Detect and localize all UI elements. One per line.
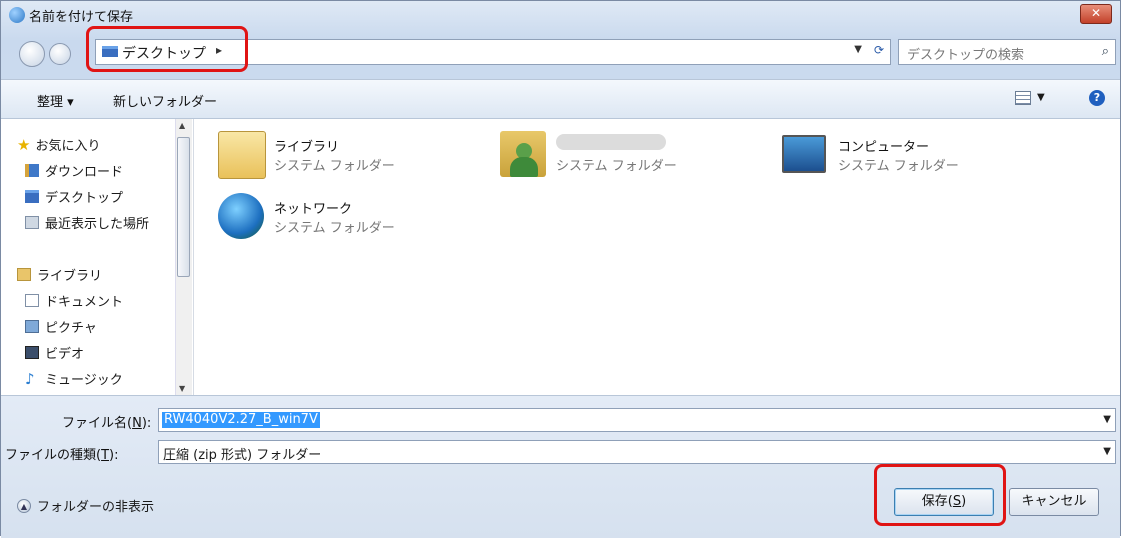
search-icon[interactable]: ⌕ bbox=[1102, 44, 1109, 59]
filetype-value[interactable]: 圧縮 (zip 形式) フォルダー bbox=[163, 444, 321, 463]
navigation-scrollbar[interactable]: ▲ ▼ bbox=[175, 119, 192, 395]
list-item[interactable]: システム フォルダー bbox=[500, 131, 780, 191]
window-title: 名前を付けて保存 bbox=[29, 10, 134, 25]
list-item[interactable]: ライブラリ システム フォルダー bbox=[218, 131, 498, 191]
item-name: ネットワーク bbox=[274, 202, 353, 217]
scroll-up-icon[interactable]: ▲ bbox=[179, 121, 185, 130]
sidebar-item-downloads[interactable]: ダウンロード bbox=[25, 161, 183, 180]
list-item[interactable]: コンピューター システム フォルダー bbox=[782, 131, 1062, 191]
command-bar: 整理 ▾ 新しいフォルダー ▼ ? bbox=[1, 79, 1120, 119]
recent-places-icon bbox=[25, 216, 39, 229]
organize-menu[interactable]: 整理 ▾ bbox=[37, 91, 74, 110]
sidebar-item-label: ピクチャ bbox=[45, 321, 97, 336]
cancel-button[interactable]: キャンセル bbox=[1009, 488, 1099, 516]
sidebar-item-music[interactable]: ♪ ミュージック bbox=[25, 369, 183, 389]
sidebar-item-label: ライブラリ bbox=[37, 269, 103, 284]
list-item[interactable]: ネットワーク システム フォルダー bbox=[218, 193, 498, 253]
ie-icon bbox=[9, 7, 25, 23]
computer-icon bbox=[782, 135, 826, 173]
search-box[interactable]: デスクトップの検索 ⌕ bbox=[898, 39, 1116, 65]
video-icon bbox=[25, 346, 39, 359]
file-list: ライブラリ システム フォルダー システム フォルダー コンピューター システム… bbox=[194, 119, 1120, 395]
breadcrumb-arrow-icon[interactable]: ▸ bbox=[216, 43, 222, 57]
item-type: システム フォルダー bbox=[838, 159, 959, 174]
filename-dropdown-icon[interactable]: ▼ bbox=[1103, 414, 1111, 425]
sidebar-item-label: ビデオ bbox=[45, 347, 85, 362]
sidebar-item-label: 最近表示した場所 bbox=[45, 217, 150, 232]
save-form: ファイル名(N): RW4040V2.27_B_win7V ▼ ファイルの種類(… bbox=[1, 395, 1120, 538]
sidebar-item-pictures[interactable]: ピクチャ bbox=[25, 317, 183, 336]
filetype-select[interactable]: 圧縮 (zip 形式) フォルダー ▼ bbox=[158, 440, 1116, 464]
save-as-dialog: 名前を付けて保存 ✕ デスクトップ ▸ ▼ ⟳ デスクトップの検索 ⌕ 整理 ▾… bbox=[0, 0, 1121, 538]
sidebar-item-label: ミュージック bbox=[45, 373, 123, 388]
filetype-label: ファイルの種類(T): bbox=[5, 448, 119, 463]
sidebar-item-desktop[interactable]: デスクトップ bbox=[25, 187, 183, 206]
user-folder-icon bbox=[500, 131, 546, 177]
title-bar: 名前を付けて保存 ✕ bbox=[1, 1, 1120, 31]
forward-button[interactable] bbox=[49, 43, 71, 65]
filename-value[interactable]: RW4040V2.27_B_win7V bbox=[162, 412, 320, 428]
sidebar-item-recent[interactable]: 最近表示した場所 bbox=[25, 213, 175, 232]
downloads-icon bbox=[25, 164, 39, 177]
sidebar-item-documents[interactable]: ドキュメント bbox=[25, 291, 183, 310]
new-folder-button[interactable]: 新しいフォルダー bbox=[113, 91, 217, 110]
back-button[interactable] bbox=[19, 41, 45, 67]
sidebar-item-favorites[interactable]: ★ お気に入り bbox=[17, 135, 175, 155]
save-button[interactable]: 保存(S) bbox=[894, 488, 994, 516]
address-dropdown-icon[interactable]: ▼ bbox=[854, 44, 862, 55]
scrollbar-thumb[interactable] bbox=[177, 137, 190, 277]
search-placeholder[interactable]: デスクトップの検索 bbox=[907, 44, 1024, 63]
hide-folders-label[interactable]: フォルダーの非表示 bbox=[37, 496, 154, 515]
desktop-icon bbox=[102, 46, 118, 57]
close-button[interactable]: ✕ bbox=[1080, 4, 1112, 24]
refresh-icon[interactable]: ⟳ bbox=[874, 43, 884, 57]
navigation-bar: デスクトップ ▸ ▼ ⟳ デスクトップの検索 ⌕ bbox=[1, 31, 1120, 79]
filename-label: ファイル名(N): bbox=[62, 416, 152, 431]
library-folder-icon bbox=[218, 131, 266, 179]
item-type: システム フォルダー bbox=[556, 159, 677, 174]
view-dropdown-icon[interactable]: ▼ bbox=[1037, 92, 1045, 103]
document-icon bbox=[25, 294, 39, 307]
network-icon bbox=[218, 193, 264, 239]
address-text[interactable]: デスクトップ bbox=[122, 43, 206, 63]
music-icon: ♪ bbox=[25, 369, 35, 388]
sidebar-item-label: ダウンロード bbox=[45, 165, 124, 180]
scroll-down-icon[interactable]: ▼ bbox=[179, 384, 185, 393]
filename-input[interactable]: RW4040V2.27_B_win7V ▼ bbox=[158, 408, 1116, 432]
help-icon[interactable]: ? bbox=[1089, 90, 1105, 106]
address-bar[interactable]: デスクトップ ▸ ▼ ⟳ bbox=[95, 39, 891, 65]
item-name: コンピューター bbox=[838, 140, 930, 155]
desktop-icon bbox=[25, 190, 39, 203]
sidebar-item-videos[interactable]: ビデオ bbox=[25, 343, 183, 362]
change-view-icon[interactable] bbox=[1015, 91, 1031, 105]
hide-folders-toggle[interactable]: ▲ フォルダーの非表示 bbox=[17, 496, 154, 515]
item-type: システム フォルダー bbox=[274, 159, 395, 174]
picture-icon bbox=[25, 320, 39, 333]
sidebar-item-libraries[interactable]: ライブラリ bbox=[17, 265, 175, 284]
filetype-dropdown-icon[interactable]: ▼ bbox=[1103, 446, 1111, 457]
sidebar-item-label: デスクトップ bbox=[45, 191, 124, 206]
sidebar-item-label: ドキュメント bbox=[45, 295, 124, 310]
star-icon: ★ bbox=[17, 135, 31, 154]
library-icon bbox=[17, 268, 31, 281]
item-name: ライブラリ bbox=[274, 140, 340, 155]
collapse-icon[interactable]: ▲ bbox=[17, 498, 31, 513]
sidebar-item-label: お気に入り bbox=[35, 139, 101, 154]
navigation-pane: ★ お気に入り ダウンロード デスクトップ 最近表示した場所 ライブラリ ドキュ… bbox=[1, 119, 194, 395]
item-type: システム フォルダー bbox=[274, 221, 395, 236]
redacted-username bbox=[556, 134, 666, 150]
